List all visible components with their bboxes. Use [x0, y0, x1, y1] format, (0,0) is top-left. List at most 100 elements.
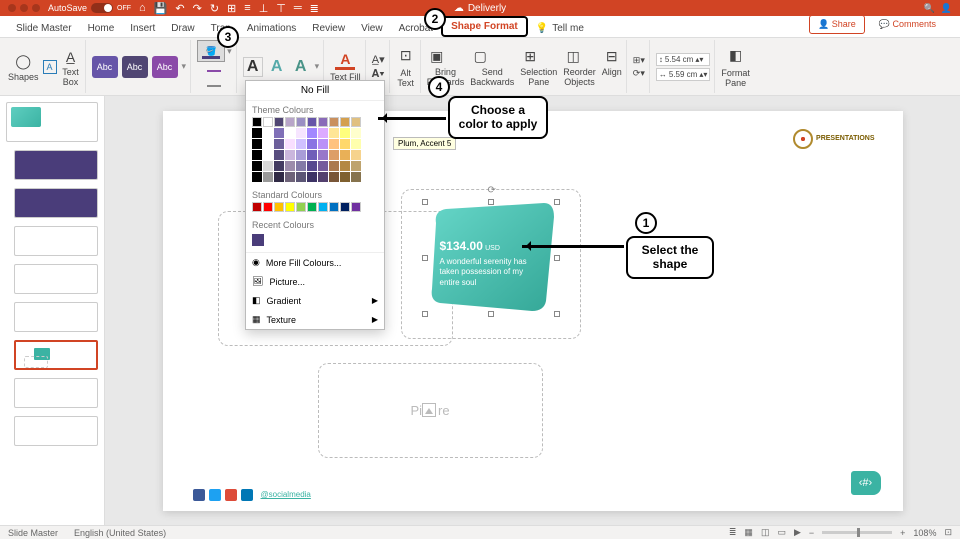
qat-icon[interactable]: ═: [294, 2, 302, 15]
colour-swatch[interactable]: [252, 202, 262, 212]
colour-swatch[interactable]: [274, 172, 284, 182]
colour-swatch[interactable]: [307, 128, 317, 138]
zoom-in-icon[interactable]: +: [900, 528, 905, 538]
shape-style-1[interactable]: Abc: [92, 56, 118, 78]
zoom-value[interactable]: 108%: [913, 528, 936, 538]
colour-swatch[interactable]: [351, 172, 361, 182]
colour-swatch[interactable]: [285, 161, 295, 171]
colour-swatch[interactable]: [329, 128, 339, 138]
qat-icon[interactable]: ≣: [310, 2, 319, 15]
autosave-switch-icon[interactable]: [91, 3, 113, 13]
picture-placeholder[interactable]: Pire: [318, 363, 543, 458]
undo-icon[interactable]: ↶: [175, 2, 184, 15]
redo-icon[interactable]: ↷: [193, 2, 202, 15]
zoom-out-icon[interactable]: −: [809, 528, 814, 538]
text-effects-icon[interactable]: 𝐀▾: [372, 68, 385, 81]
colour-swatch[interactable]: [318, 139, 328, 149]
resize-handle[interactable]: [554, 255, 560, 261]
facebook-icon[interactable]: [193, 489, 205, 501]
colour-swatch[interactable]: [318, 202, 328, 212]
colour-swatch[interactable]: [296, 161, 306, 171]
shape-style-2[interactable]: Abc: [122, 56, 148, 78]
colour-swatch[interactable]: [307, 139, 317, 149]
slide-thumbnails[interactable]: [0, 96, 105, 525]
colour-swatch[interactable]: [263, 150, 273, 160]
colour-swatch[interactable]: [340, 161, 350, 171]
fit-to-window-icon[interactable]: ⊡: [944, 527, 952, 538]
twitter-icon[interactable]: [209, 489, 221, 501]
slideshow-icon[interactable]: ▶: [794, 527, 801, 538]
notes-icon[interactable]: ≣: [729, 527, 737, 538]
picture-fill[interactable]: 🖼Picture...: [246, 272, 384, 291]
colour-swatch[interactable]: [340, 117, 350, 127]
gradient-fill[interactable]: ◧Gradient▶: [246, 291, 384, 310]
colour-swatch[interactable]: [285, 202, 295, 212]
resize-handle[interactable]: [554, 199, 560, 205]
colour-swatch[interactable]: [351, 150, 361, 160]
align-icon[interactable]: ⊟: [602, 47, 622, 67]
colour-swatch[interactable]: [318, 117, 328, 127]
colour-swatch[interactable]: [296, 117, 306, 127]
selected-shape[interactable]: $134.00 USD A wonderful serenity has tak…: [426, 203, 556, 313]
quick-access-toolbar[interactable]: ⌂ 💾 ↶ ↷ ↻ ⊞ ≡ ⊥ ⊤ ═ ≣: [139, 2, 319, 15]
qat-icon[interactable]: ⊞: [227, 2, 236, 15]
autosave-toggle[interactable]: AutoSave OFF: [48, 3, 131, 13]
colour-swatch[interactable]: [340, 139, 350, 149]
resize-handle[interactable]: [554, 311, 560, 317]
thumb-master[interactable]: [6, 102, 98, 142]
colour-swatch[interactable]: [351, 117, 361, 127]
resize-handle[interactable]: [488, 199, 494, 205]
shapes-icon[interactable]: ◯: [13, 52, 33, 72]
textbox-small-icon[interactable]: A: [43, 60, 57, 74]
colour-swatch[interactable]: [296, 150, 306, 160]
colour-swatch[interactable]: [285, 128, 295, 138]
height-input[interactable]: ↕ 5.54 cm ▴▾: [656, 53, 711, 66]
tell-me[interactable]: 💡 Tell me: [528, 20, 592, 37]
thumb-layout-active[interactable]: [14, 340, 98, 370]
reading-view-icon[interactable]: ▭: [777, 527, 786, 538]
group-icon[interactable]: ⊞▾: [633, 55, 645, 66]
colour-swatch[interactable]: [296, 128, 306, 138]
colour-swatch[interactable]: [318, 128, 328, 138]
tab-shape-format[interactable]: Shape Format: [441, 16, 528, 37]
colour-swatch[interactable]: [296, 139, 306, 149]
rotate-icon[interactable]: ⟳▾: [633, 68, 645, 79]
alt-text-icon[interactable]: ⊡: [396, 46, 416, 66]
format-pane-icon[interactable]: ◧: [726, 46, 746, 66]
colour-swatch[interactable]: [340, 202, 350, 212]
normal-view-icon[interactable]: ▦: [744, 527, 753, 538]
sorter-view-icon[interactable]: ◫: [761, 527, 770, 538]
recent-colour-swatch[interactable]: [252, 234, 264, 246]
colour-swatch[interactable]: [318, 150, 328, 160]
colour-swatch[interactable]: [329, 202, 339, 212]
chevron-down-icon[interactable]: ▾: [182, 61, 187, 72]
colour-swatch[interactable]: [274, 202, 284, 212]
tab-review[interactable]: Review: [304, 20, 353, 37]
zoom-slider[interactable]: [822, 531, 892, 534]
window-controls[interactable]: [8, 4, 40, 12]
more-fill-colours[interactable]: ◉More Fill Colours...: [246, 253, 384, 272]
qat-icon[interactable]: ⊥: [259, 2, 269, 15]
wordart-style-2[interactable]: A: [267, 57, 287, 77]
colour-swatch[interactable]: [351, 202, 361, 212]
linkedin-icon[interactable]: [241, 489, 253, 501]
colour-swatch[interactable]: [307, 150, 317, 160]
colour-swatch[interactable]: [263, 202, 273, 212]
colour-swatch[interactable]: [274, 161, 284, 171]
colour-swatch[interactable]: [351, 139, 361, 149]
shape-fill-dropdown[interactable]: No Fill Theme Colours Standard Colours R…: [245, 80, 385, 330]
tab-animations[interactable]: Animations: [239, 20, 304, 37]
colour-swatch[interactable]: [307, 161, 317, 171]
colour-swatch[interactable]: [340, 172, 350, 182]
tab-insert[interactable]: Insert: [122, 20, 163, 37]
colour-swatch[interactable]: [340, 128, 350, 138]
texture-fill[interactable]: ▦Texture▶: [246, 310, 384, 329]
tab-home[interactable]: Home: [80, 20, 123, 37]
shape-outline-button[interactable]: [210, 64, 218, 78]
text-outline-icon[interactable]: A̲▾: [372, 53, 385, 66]
thumb-layout-7[interactable]: [14, 378, 98, 408]
resize-handle[interactable]: [488, 311, 494, 317]
colour-swatch[interactable]: [351, 161, 361, 171]
colour-swatch[interactable]: [252, 150, 262, 160]
colour-swatch[interactable]: [329, 117, 339, 127]
